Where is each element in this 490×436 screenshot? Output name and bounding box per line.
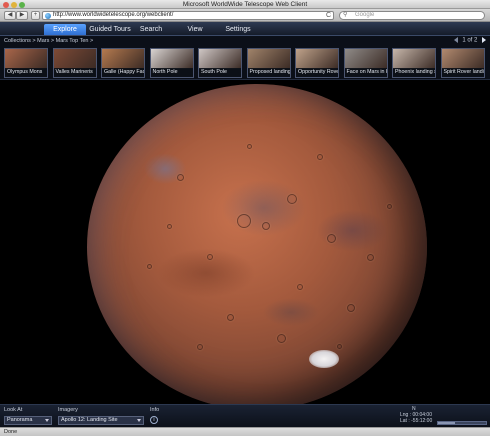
imagery-select[interactable]: Apollo 12: Landing Site: [58, 416, 144, 425]
crater: [197, 344, 203, 350]
crater: [147, 264, 152, 269]
tab-view[interactable]: View: [180, 24, 210, 35]
url-text: http://www.worldwidetelescope.org/webcli…: [53, 12, 174, 18]
next-page-icon[interactable]: [482, 37, 486, 43]
info-label: Info: [150, 407, 160, 413]
crater: [327, 234, 336, 243]
prev-page-icon[interactable]: [453, 37, 458, 43]
look-at-label: Look At: [4, 407, 23, 413]
coords-lat: Lat : -55:12:00: [400, 418, 433, 424]
thumbnail-image: [441, 49, 484, 69]
coordinates-readout: N Lng : 00:04:00 Lat : -55:12:00: [400, 406, 432, 424]
thumbnail-image: [5, 49, 47, 69]
minimize-window-icon[interactable]: [11, 2, 17, 8]
mars-globe[interactable]: [87, 84, 427, 404]
imagery-value: Apollo 12: Landing Site: [61, 417, 118, 423]
thumbnail-label: Spirit Rover landin: [441, 68, 484, 77]
crater: [367, 254, 374, 261]
sky-viewport[interactable]: [0, 80, 490, 404]
thumbnail-item[interactable]: Valles Marineris: [52, 48, 97, 78]
forward-button[interactable]: ▶: [16, 11, 28, 20]
thumbnail-item[interactable]: Face on Mars in Hi: [343, 48, 388, 78]
crater: [317, 154, 323, 160]
south-polar-cap: [309, 350, 339, 368]
crater: [347, 304, 355, 312]
thumbnail-item[interactable]: Proposed landing s: [246, 48, 291, 78]
search-input[interactable]: ⚲ Google: [339, 11, 485, 20]
thumbnail-image: [247, 49, 290, 69]
zoom-window-icon[interactable]: [19, 2, 25, 8]
crater: [237, 214, 251, 228]
status-bar: Done: [0, 427, 490, 436]
control-panel: Look At Panorama Imagery Apollo 12: Land…: [0, 404, 490, 427]
thumbnail-label: North Pole: [150, 68, 193, 77]
browser-toolbar: ◀ ▶ + http://www.worldwidetelescope.org/…: [0, 9, 490, 22]
imagery-label: Imagery: [58, 407, 78, 413]
collection-bar: Collections > Mars > Mars Top Ten > 1 of…: [0, 36, 490, 47]
thumbnail-item[interactable]: Olympus Mons: [4, 48, 48, 78]
thumbnail-image: [393, 49, 435, 69]
thumbnail-label: Galle (Happy Face: [102, 68, 144, 77]
reload-icon[interactable]: C: [326, 12, 331, 19]
tab-guided-tours[interactable]: Guided Tours: [88, 24, 132, 35]
window-title: Microsoft WorldWide Telescope Web Client: [182, 1, 308, 8]
info-icon[interactable]: i: [150, 416, 158, 424]
tab-search[interactable]: Search: [134, 24, 168, 35]
crater: [227, 314, 234, 321]
close-window-icon[interactable]: [3, 2, 9, 8]
thumbnail-image: [53, 49, 96, 69]
thumbnail-item[interactable]: Spirit Rover landin: [440, 48, 485, 78]
crater: [262, 222, 270, 230]
zoom-slider-fill: [438, 422, 455, 424]
search-placeholder: Google: [355, 12, 375, 18]
pager: 1 of 2: [453, 37, 486, 44]
thumbnail-label: Face on Mars in Hi: [344, 68, 387, 77]
thumbnail-label: Olympus Mons: [5, 68, 47, 77]
look-at-select[interactable]: Panorama: [4, 416, 52, 425]
chevron-down-icon: [137, 419, 141, 422]
crater: [207, 254, 213, 260]
thumbnail-item[interactable]: South Pole: [198, 48, 242, 78]
add-bookmark-button[interactable]: +: [31, 11, 40, 20]
crater: [277, 334, 286, 343]
thumbnail-label: Valles Marineris: [53, 68, 96, 77]
thumbnail-label: South Pole: [199, 68, 241, 77]
thumbnail-item[interactable]: Phoenix landing sit: [392, 48, 436, 78]
crater: [337, 344, 342, 349]
crater: [297, 284, 303, 290]
globe-icon: [45, 13, 51, 19]
thumbnail-strip: Olympus Mons Valles Marineris Galle (Happy…: [0, 47, 490, 80]
url-field[interactable]: http://www.worldwidetelescope.org/webcli…: [42, 11, 334, 20]
thumbnail-image: [344, 49, 387, 69]
thumbnail-image: [199, 49, 241, 69]
breadcrumb[interactable]: Collections > Mars > Mars Top Ten >: [4, 38, 93, 44]
thumbnail-label: Phoenix landing sit: [393, 68, 435, 77]
thumbnail-image: [150, 49, 193, 69]
page-indicator: 1 of 2: [462, 37, 478, 44]
tab-explore[interactable]: Explore: [44, 24, 86, 35]
look-at-value: Panorama: [7, 417, 33, 423]
window-titlebar: Microsoft WorldWide Telescope Web Client: [0, 0, 490, 9]
search-icon: ⚲: [343, 12, 348, 18]
thumbnail-item[interactable]: Opportunity Rover: [295, 48, 339, 78]
thumbnail-item[interactable]: Galle (Happy Face: [101, 48, 145, 78]
crater: [247, 144, 252, 149]
thumbnail-image: [102, 49, 144, 69]
chevron-down-icon: [45, 419, 49, 422]
crater: [177, 174, 184, 181]
back-button[interactable]: ◀: [4, 11, 16, 20]
crater: [167, 224, 172, 229]
zoom-slider[interactable]: [437, 421, 487, 425]
app-nav: Explore Guided Tours Search View Setting…: [0, 22, 490, 36]
thumbnail-image: [296, 49, 338, 69]
thumbnail-item[interactable]: North Pole: [149, 48, 194, 78]
thumbnail-label: Opportunity Rover: [296, 68, 338, 77]
tab-settings[interactable]: Settings: [220, 24, 256, 35]
crater: [287, 194, 297, 204]
thumbnail-label: Proposed landing s: [247, 68, 290, 77]
crater: [387, 204, 392, 209]
